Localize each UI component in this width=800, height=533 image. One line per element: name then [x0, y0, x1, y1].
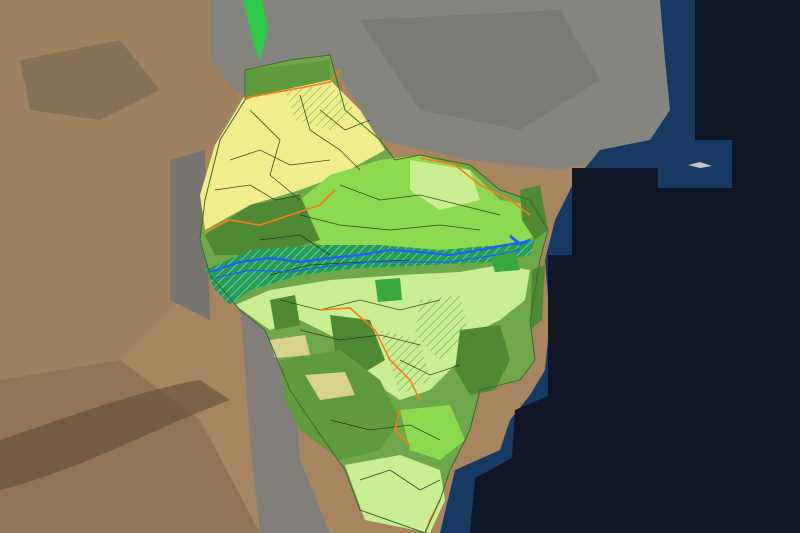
map-svg [0, 0, 800, 533]
map-canvas[interactable] [0, 0, 800, 533]
